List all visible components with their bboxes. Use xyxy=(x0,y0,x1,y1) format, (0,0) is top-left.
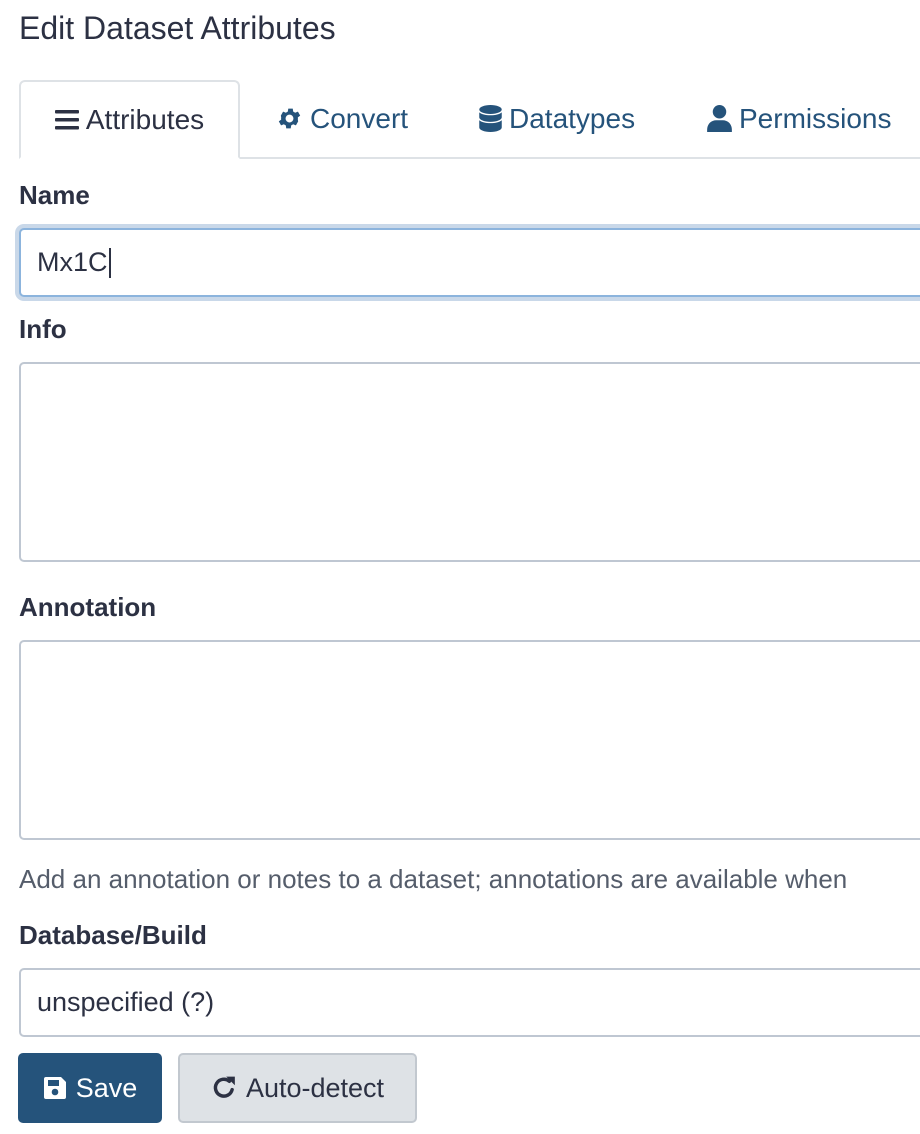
floppy-disk-icon xyxy=(43,1076,67,1100)
tab-bar: Attributes Convert Datatypes Permissions xyxy=(19,80,920,159)
name-label: Name xyxy=(19,180,90,210)
tab-permissions[interactable]: Permissions xyxy=(707,80,891,157)
text-caret xyxy=(108,247,111,278)
save-label: Save xyxy=(75,1072,138,1103)
page-title: Edit Dataset Attributes xyxy=(19,10,336,46)
tab-datatypes[interactable]: Datatypes xyxy=(479,80,635,157)
name-input[interactable]: Mx1C xyxy=(19,228,920,297)
annotation-textarea[interactable] xyxy=(19,640,920,840)
tab-label: Permissions xyxy=(739,102,892,134)
tab-label: Attributes xyxy=(85,103,205,135)
info-textarea[interactable] xyxy=(19,362,920,562)
auto-detect-button[interactable]: Auto-detect xyxy=(178,1053,417,1123)
tab-attributes[interactable]: Attributes xyxy=(19,80,240,159)
tab-label: Convert xyxy=(310,102,409,134)
database-icon xyxy=(479,105,502,132)
gear-icon xyxy=(276,105,303,132)
tab-label: Datatypes xyxy=(509,102,636,134)
bars-icon xyxy=(54,109,79,131)
redo-icon xyxy=(211,1074,237,1102)
annotation-label: Annotation xyxy=(19,592,157,622)
database-build-value: unspecified (?) xyxy=(37,987,215,1017)
auto-detect-label: Auto-detect xyxy=(245,1072,385,1103)
database-build-label: Database/Build xyxy=(19,920,207,950)
name-value: Mx1C xyxy=(37,247,108,277)
tab-convert[interactable]: Convert xyxy=(276,80,408,157)
database-build-select[interactable]: unspecified (?) xyxy=(19,968,920,1037)
user-icon xyxy=(707,105,732,132)
annotation-help-text: Add an annotation or notes to a dataset;… xyxy=(19,864,848,894)
info-label: Info xyxy=(19,314,67,344)
edit-dataset-page: Edit Dataset Attributes Attributes Conve… xyxy=(0,0,920,1134)
save-button[interactable]: Save xyxy=(18,1053,162,1123)
